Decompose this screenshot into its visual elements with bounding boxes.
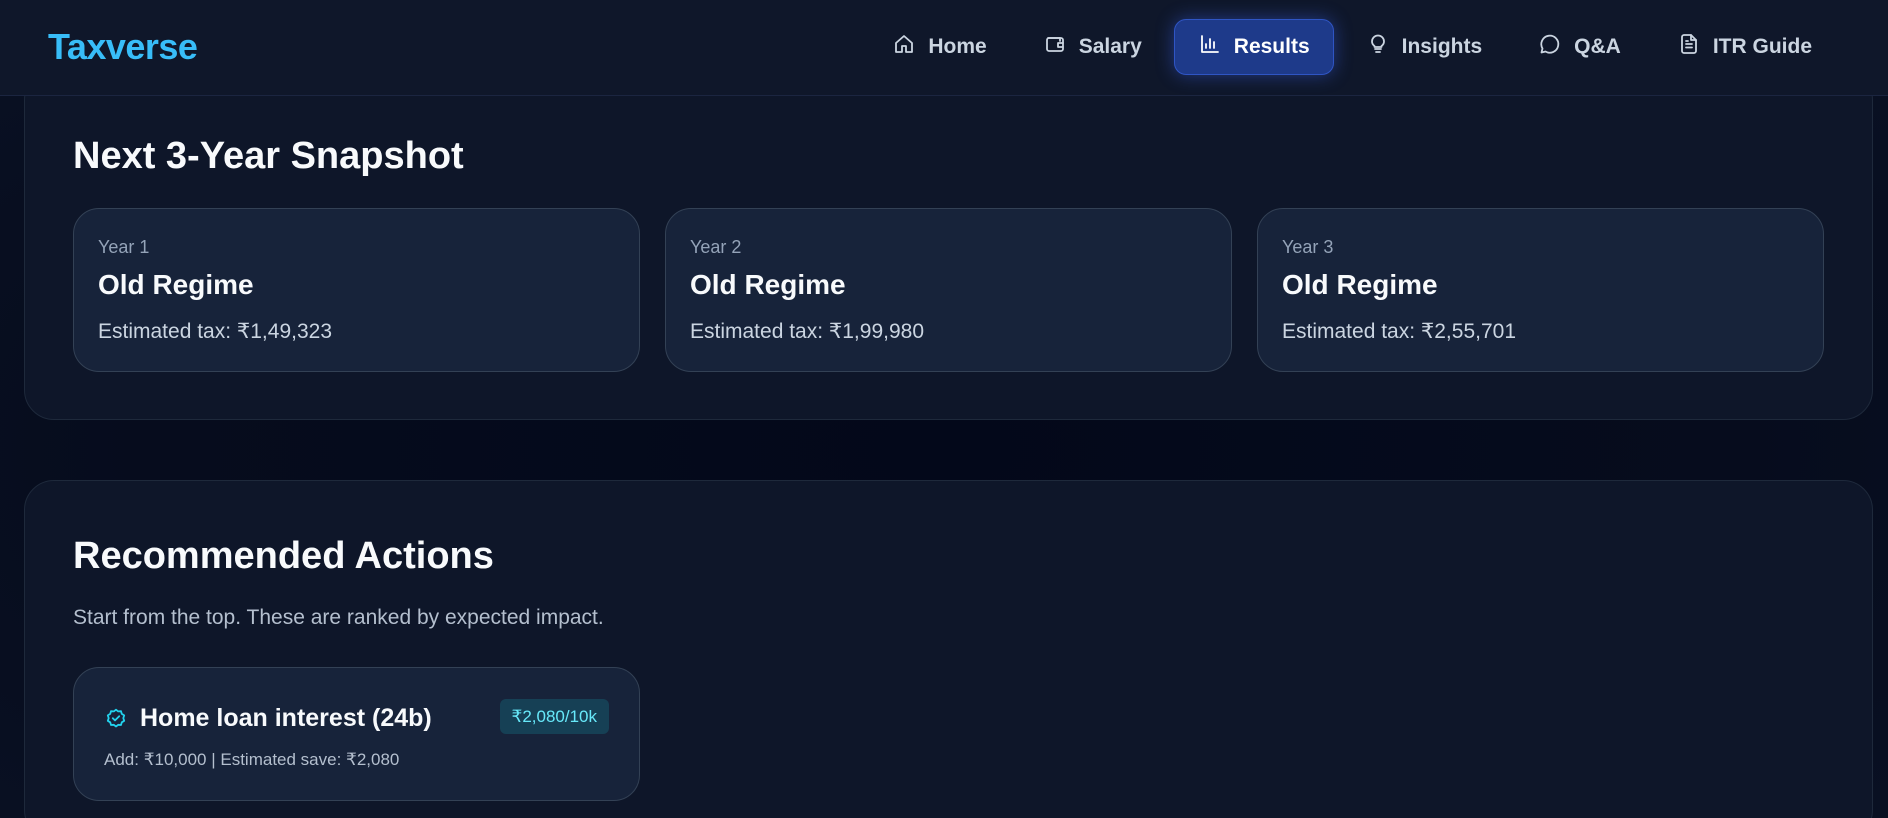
bar-chart-icon: [1198, 32, 1222, 62]
actions-title: Recommended Actions: [73, 535, 494, 577]
check-badge-icon: [104, 706, 128, 730]
nav-results-label: Results: [1233, 35, 1310, 58]
wallet-icon: [1043, 32, 1067, 62]
nav-salary-label: Salary: [1078, 35, 1142, 58]
actions-subtitle: Start from the top. These are ranked by …: [73, 606, 604, 629]
year-label: Year 3: [1282, 237, 1334, 257]
document-icon: [1677, 32, 1701, 62]
action-card[interactable]: Home loan interest (24b) ₹2,080/10k Add:…: [73, 667, 640, 801]
nav-home-label: Home: [928, 35, 987, 58]
year-card: Year 1 Old Regime Estimated tax: ₹1,49,3…: [73, 208, 640, 372]
year-card: Year 2 Old Regime Estimated tax: ₹1,99,9…: [665, 208, 1232, 372]
year-label: Year 2: [690, 237, 742, 257]
nav-home[interactable]: Home: [868, 19, 1010, 75]
app-logo[interactable]: Taxverse: [48, 26, 198, 68]
nav-itr-guide[interactable]: ITR Guide: [1653, 19, 1836, 75]
action-detail: Add: ₹10,000 | Estimated save: ₹2,080: [104, 750, 400, 769]
nav-salary[interactable]: Salary: [1019, 19, 1166, 75]
chat-bubble-icon: [1538, 32, 1562, 62]
home-icon: [892, 32, 916, 62]
nav-insights[interactable]: Insights: [1342, 19, 1507, 75]
year-tax: Estimated tax: ₹1,99,980: [690, 320, 924, 343]
nav-insights-label: Insights: [1401, 35, 1483, 58]
main-nav: Home Salary Results Insights Q&A ITR Gui…: [868, 19, 1836, 75]
recommended-actions-panel: Recommended Actions Start from the top. …: [24, 480, 1873, 818]
top-navbar: Taxverse Home Salary Results Insights Q&…: [0, 0, 1888, 96]
nav-itr-guide-label: ITR Guide: [1712, 35, 1812, 58]
nav-results[interactable]: Results: [1173, 19, 1334, 75]
nav-qa-label: Q&A: [1574, 35, 1621, 58]
savings-badge: ₹2,080/10k: [499, 699, 609, 734]
year-regime: Old Regime: [1282, 269, 1438, 300]
year-regime: Old Regime: [98, 269, 254, 300]
action-title: Home loan interest (24b): [140, 704, 432, 732]
lightbulb-icon: [1366, 32, 1390, 62]
year-regime: Old Regime: [690, 269, 846, 300]
year-tax: Estimated tax: ₹1,49,323: [98, 320, 332, 343]
year-card: Year 3 Old Regime Estimated tax: ₹2,55,7…: [1257, 208, 1824, 372]
nav-qa[interactable]: Q&A: [1514, 19, 1645, 75]
snapshot-panel: Next 3-Year Snapshot Year 1 Old Regime E…: [24, 70, 1873, 420]
snapshot-title: Next 3-Year Snapshot: [73, 135, 464, 177]
year-label: Year 1: [98, 237, 150, 257]
year-tax: Estimated tax: ₹2,55,701: [1282, 320, 1516, 343]
